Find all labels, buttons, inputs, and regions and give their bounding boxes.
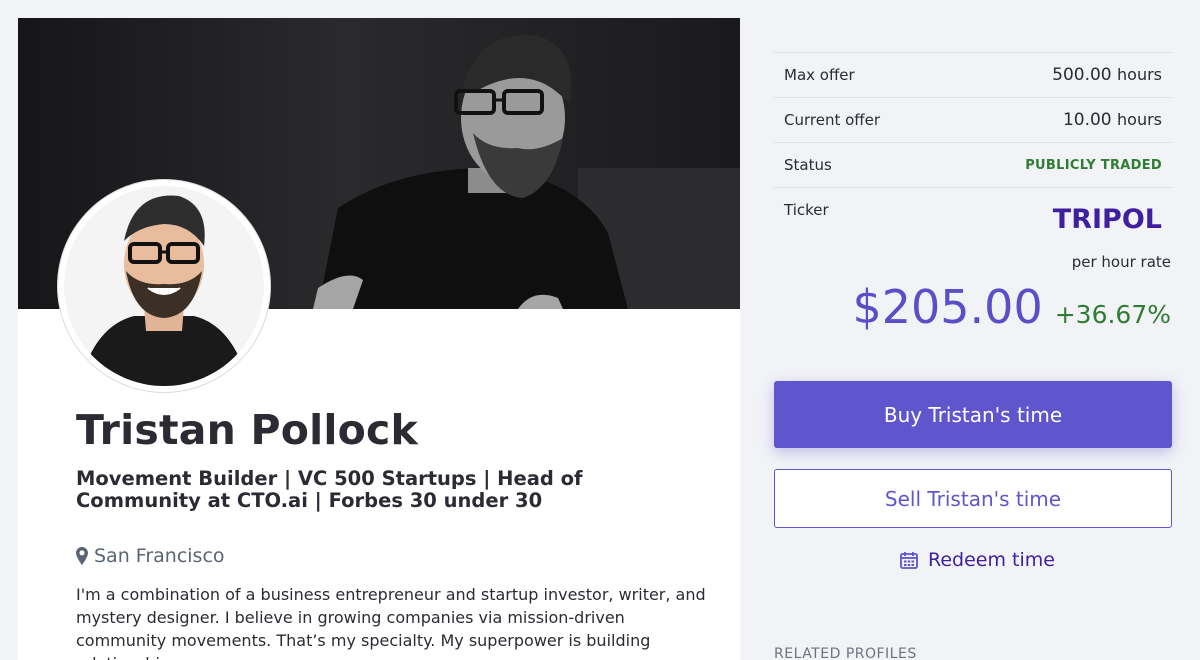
- status-badge: PUBLICLY TRADED: [1025, 157, 1162, 173]
- max-offer-label: Max offer: [784, 66, 855, 84]
- max-offer-value: 500.00: [1052, 65, 1112, 85]
- buy-time-button[interactable]: Buy Tristan's time: [774, 381, 1172, 448]
- profile-location: San Francisco: [76, 545, 225, 567]
- stat-row-current-offer: Current offer 10.00 hours: [774, 97, 1172, 142]
- price-line: $205.00 +36.67%: [852, 280, 1171, 334]
- stat-row-max-offer: Max offer 500.00 hours: [774, 52, 1172, 97]
- stat-row-status: Status PUBLICLY TRADED: [774, 142, 1172, 187]
- avatar: [58, 180, 270, 392]
- price-value: $205.00: [852, 280, 1043, 334]
- current-offer-value: 10.00: [1062, 110, 1112, 130]
- redeem-time-link[interactable]: Redeem time: [900, 549, 1055, 571]
- offer-stats: Max offer 500.00 hours Current offer 10.…: [774, 52, 1172, 257]
- calendar-icon: [900, 552, 918, 569]
- profile-card: Tristan Pollock Movement Builder | VC 50…: [18, 18, 740, 660]
- redeem-time-label: Redeem time: [928, 549, 1055, 571]
- max-offer-unit: hours: [1117, 65, 1162, 84]
- current-offer-value-group: 10.00 hours: [1063, 110, 1162, 130]
- avatar-image: [64, 186, 264, 386]
- ticker-label: Ticker: [784, 201, 829, 219]
- profile-name: Tristan Pollock: [76, 406, 418, 454]
- ticker-symbol: TRIPOL: [1052, 204, 1162, 235]
- map-marker-icon: [76, 547, 88, 565]
- price-change: +36.67%: [1054, 300, 1171, 329]
- profile-headline: Movement Builder | VC 500 Startups | Hea…: [76, 467, 583, 512]
- status-label: Status: [784, 156, 832, 174]
- related-profiles-heading: RELATED PROFILES: [774, 646, 917, 660]
- current-offer-unit: hours: [1117, 110, 1162, 129]
- profile-bio: I'm a combination of a business entrepre…: [76, 585, 706, 660]
- sell-time-button[interactable]: Sell Tristan's time: [774, 469, 1172, 528]
- rate-label: per hour rate: [1071, 253, 1171, 271]
- max-offer-value-group: 500.00 hours: [1052, 65, 1162, 85]
- stat-row-ticker: Ticker TRIPOL: [774, 187, 1172, 257]
- location-text: San Francisco: [94, 545, 225, 567]
- current-offer-label: Current offer: [784, 111, 881, 129]
